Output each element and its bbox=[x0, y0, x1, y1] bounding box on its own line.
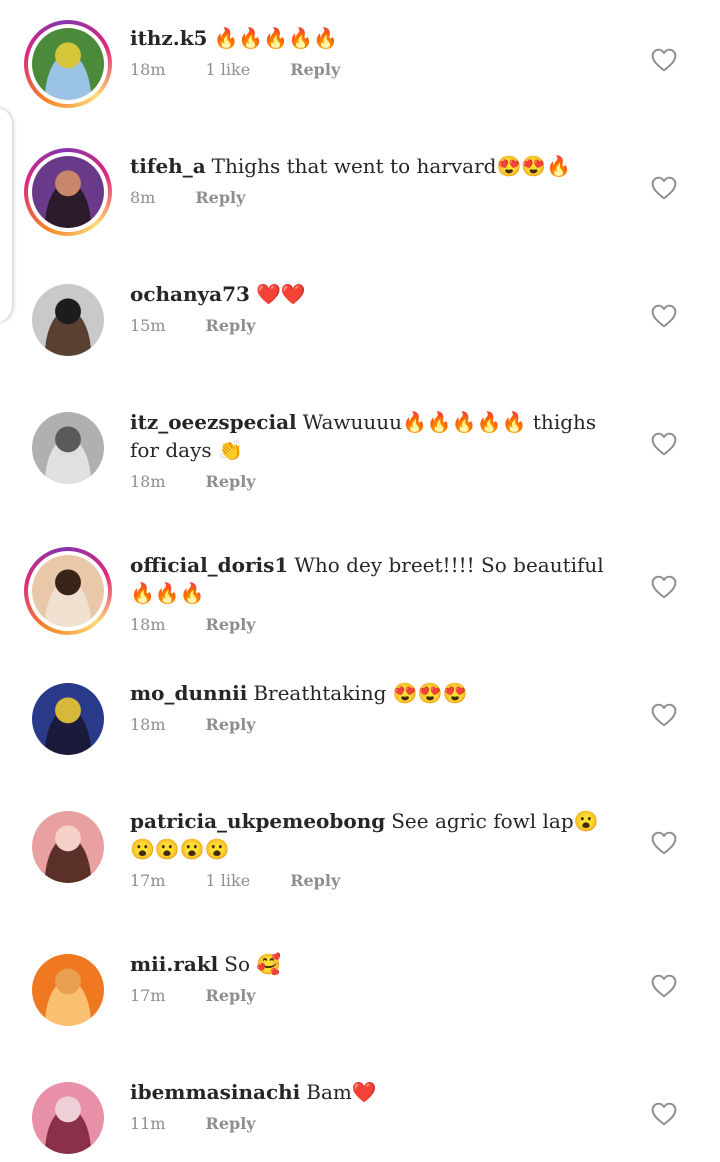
avatar-image bbox=[32, 555, 104, 627]
comment-likes[interactable]: 1 like bbox=[206, 871, 251, 890]
comment-meta: 8m Reply bbox=[130, 188, 620, 207]
comment-line: mo_dunnii Breathtaking 😍😍😍 bbox=[130, 679, 620, 707]
comment-line: ochanya73 ❤️❤️ bbox=[130, 280, 620, 308]
comment-username[interactable]: patricia_ukpemeobong bbox=[130, 809, 385, 833]
avatar-image bbox=[32, 412, 104, 484]
comment-line: ibemmasinachi Bam❤️ bbox=[130, 1078, 620, 1106]
comment-line: mii.rakl So 🥰 bbox=[130, 950, 620, 978]
comment-text: Thighs that went to harvard😍😍🔥 bbox=[211, 154, 572, 178]
avatar[interactable] bbox=[24, 276, 112, 364]
reply-button[interactable]: Reply bbox=[206, 986, 256, 1005]
avatar[interactable] bbox=[24, 547, 112, 635]
comment-body: itz_oeezspecial Wawuuuu🔥🔥🔥🔥🔥 thighs for d… bbox=[130, 408, 620, 491]
heart-outline-icon[interactable] bbox=[651, 575, 677, 599]
avatar-image bbox=[32, 954, 104, 1026]
comment-time: 18m bbox=[130, 472, 166, 491]
heart-outline-icon[interactable] bbox=[651, 831, 677, 855]
comment-time: 17m bbox=[130, 986, 166, 1005]
comment-time: 15m bbox=[130, 316, 166, 335]
comment-username[interactable]: itz_oeezspecial bbox=[130, 410, 297, 434]
side-panel-tab[interactable] bbox=[0, 108, 12, 322]
comment-line: tifeh_a Thighs that went to harvard😍😍🔥 bbox=[130, 152, 620, 180]
avatar-ring-gap bbox=[28, 24, 108, 104]
comment-meta: 17m 1 like Reply bbox=[130, 871, 620, 890]
heart-outline-icon[interactable] bbox=[651, 432, 677, 456]
comment-text: 🔥🔥🔥🔥🔥 bbox=[213, 26, 338, 50]
avatar-image bbox=[32, 156, 104, 228]
comment-text: Bam❤️ bbox=[306, 1080, 377, 1104]
heart-outline-icon[interactable] bbox=[651, 304, 677, 328]
avatar-ring-gap bbox=[28, 950, 108, 1030]
heart-outline-icon[interactable] bbox=[651, 703, 677, 727]
comment-body: patricia_ukpemeobong See agric fowl lap😮😮… bbox=[130, 807, 620, 890]
comment-username[interactable]: official_doris1 bbox=[130, 553, 288, 577]
avatar-image bbox=[32, 284, 104, 356]
comment-body: ochanya73 ❤️❤️ 15m Reply bbox=[130, 280, 620, 335]
comment-line: official_doris1 Who dey breet!!!! So beau… bbox=[130, 551, 620, 607]
avatar[interactable] bbox=[24, 675, 112, 763]
comment-time: 18m bbox=[130, 715, 166, 734]
avatar-ring-gap bbox=[28, 152, 108, 232]
comment-username[interactable]: ithz.k5 bbox=[130, 26, 207, 50]
comment-line: ithz.k5 🔥🔥🔥🔥🔥 bbox=[130, 24, 620, 52]
avatar-ring-gap bbox=[28, 1078, 108, 1158]
reply-button[interactable]: Reply bbox=[206, 615, 256, 634]
reply-button[interactable]: Reply bbox=[206, 715, 256, 734]
comment-time: 11m bbox=[130, 1114, 166, 1133]
comment-meta: 17m Reply bbox=[130, 986, 620, 1005]
comment-username[interactable]: mo_dunnii bbox=[130, 681, 247, 705]
comment-meta: 15m Reply bbox=[130, 316, 620, 335]
avatar-ring-gap bbox=[28, 280, 108, 360]
avatar-image bbox=[32, 1082, 104, 1154]
comment-time: 17m bbox=[130, 871, 166, 890]
comment-body: mii.rakl So 🥰 17m Reply bbox=[130, 950, 620, 1005]
comment-meta: 18m Reply bbox=[130, 615, 620, 634]
comment-meta: 11m Reply bbox=[130, 1114, 620, 1133]
heart-outline-icon[interactable] bbox=[651, 48, 677, 72]
avatar[interactable] bbox=[24, 404, 112, 492]
avatar-ring-gap bbox=[28, 551, 108, 631]
comment-username[interactable]: mii.rakl bbox=[130, 952, 218, 976]
avatar[interactable] bbox=[24, 946, 112, 1034]
comment-line: patricia_ukpemeobong See agric fowl lap😮😮… bbox=[130, 807, 620, 863]
avatar-image bbox=[32, 811, 104, 883]
comment-text: Breathtaking 😍😍😍 bbox=[253, 681, 468, 705]
comment-meta: 18m Reply bbox=[130, 715, 620, 734]
avatar[interactable] bbox=[24, 20, 112, 108]
comment-body: ithz.k5 🔥🔥🔥🔥🔥 18m 1 like Reply bbox=[130, 24, 620, 79]
comment-meta: 18m Reply bbox=[130, 472, 620, 491]
comment-text: ❤️❤️ bbox=[255, 282, 306, 306]
avatar[interactable] bbox=[24, 148, 112, 236]
heart-outline-icon[interactable] bbox=[651, 974, 677, 998]
reply-button[interactable]: Reply bbox=[206, 472, 256, 491]
comment-time: 8m bbox=[130, 188, 156, 207]
avatar-image bbox=[32, 683, 104, 755]
reply-button[interactable]: Reply bbox=[206, 316, 256, 335]
comment-body: tifeh_a Thighs that went to harvard😍😍🔥 8m R… bbox=[130, 152, 620, 207]
avatar[interactable] bbox=[24, 803, 112, 891]
comment-time: 18m bbox=[130, 60, 166, 79]
reply-button[interactable]: Reply bbox=[290, 871, 340, 890]
reply-button[interactable]: Reply bbox=[206, 1114, 256, 1133]
comment-body: ibemmasinachi Bam❤️ 11m Reply bbox=[130, 1078, 620, 1133]
comment-body: official_doris1 Who dey breet!!!! So beau… bbox=[130, 551, 620, 634]
comment-time: 18m bbox=[130, 615, 166, 634]
heart-outline-icon[interactable] bbox=[651, 176, 677, 200]
comment-username[interactable]: ibemmasinachi bbox=[130, 1080, 300, 1104]
comment-text: So 🥰 bbox=[224, 952, 282, 976]
comment-likes[interactable]: 1 like bbox=[206, 60, 251, 79]
avatar-ring-gap bbox=[28, 679, 108, 759]
avatar-ring-gap bbox=[28, 807, 108, 887]
reply-button[interactable]: Reply bbox=[195, 188, 245, 207]
comment-username[interactable]: tifeh_a bbox=[130, 154, 206, 178]
comment-meta: 18m 1 like Reply bbox=[130, 60, 620, 79]
avatar[interactable] bbox=[24, 1074, 112, 1162]
comment-body: mo_dunnii Breathtaking 😍😍😍 18m Reply bbox=[130, 679, 620, 734]
comment-username[interactable]: ochanya73 bbox=[130, 282, 250, 306]
avatar-image bbox=[32, 28, 104, 100]
avatar-ring-gap bbox=[28, 408, 108, 488]
heart-outline-icon[interactable] bbox=[651, 1102, 677, 1126]
reply-button[interactable]: Reply bbox=[290, 60, 340, 79]
comment-line: itz_oeezspecial Wawuuuu🔥🔥🔥🔥🔥 thighs for d… bbox=[130, 408, 620, 464]
